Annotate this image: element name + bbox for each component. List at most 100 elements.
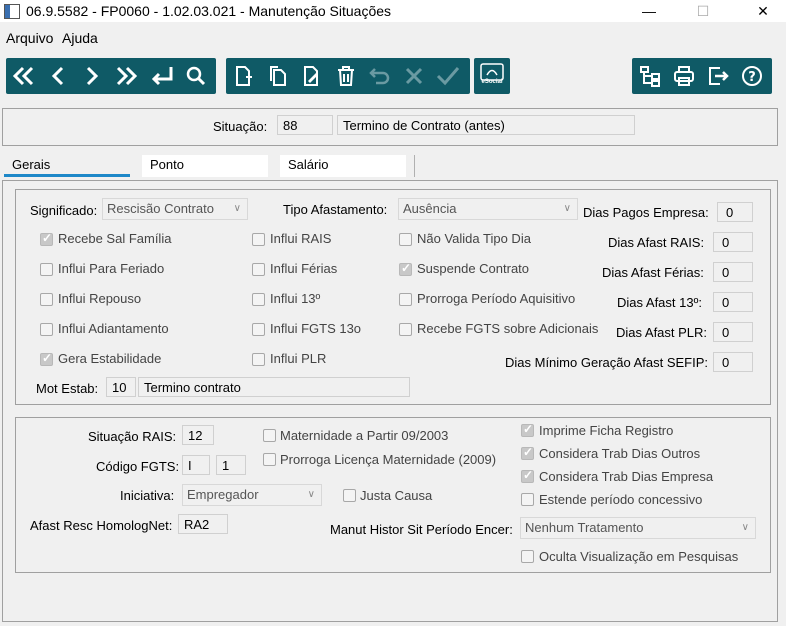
esocial-button[interactable]: eSocial <box>474 58 510 94</box>
maternidade-checkbox[interactable] <box>263 429 276 442</box>
influi-repouso-checkbox[interactable] <box>40 293 53 306</box>
prorroga-periodo-label: Prorroga Período Aquisitivo <box>417 291 576 306</box>
tipo-afast-select[interactable]: Ausência ∨ <box>398 198 578 220</box>
nao-valida-tipo-dia-label: Não Valida Tipo Dia <box>417 231 531 246</box>
recebe-sal-familia-checkbox[interactable] <box>40 231 53 246</box>
header-panel: Situação: 88 Termino de Contrato (antes) <box>2 108 778 146</box>
exit-button[interactable] <box>702 58 734 94</box>
gera-estabilidade-checkbox[interactable] <box>40 351 53 366</box>
tab-divider <box>414 155 415 177</box>
close-button[interactable]: ✕ <box>740 0 786 22</box>
mot-estab-code-field[interactable]: 10 <box>106 377 136 397</box>
enter-button[interactable] <box>146 58 178 94</box>
influi-fgts-13-checkbox[interactable] <box>252 323 265 336</box>
situacao-code-field[interactable]: 88 <box>277 115 333 135</box>
iniciativa-select[interactable]: Empregador ∨ <box>182 484 322 506</box>
influi-feriado-checkbox[interactable] <box>40 263 53 276</box>
tree-button[interactable] <box>634 58 666 94</box>
recebe-fgts-adicionais-label: Recebe FGTS sobre Adicionais <box>417 321 599 336</box>
tab-ponto[interactable]: Ponto <box>142 155 268 177</box>
manut-histor-value: Nenhum Tratamento <box>525 520 644 535</box>
dias-afast-ferias-label: Dias Afast Férias: <box>602 265 704 280</box>
considera-empresa-label: Considera Trab Dias Empresa <box>539 469 714 484</box>
influi-plr-checkbox[interactable] <box>252 353 265 366</box>
nao-valida-tipo-dia-checkbox[interactable] <box>399 233 412 246</box>
chevron-down-icon: ∨ <box>741 522 749 533</box>
considera-outros-label: Considera Trab Dias Outros <box>539 446 701 461</box>
mot-estab-label: Mot Estab: <box>36 381 99 396</box>
influi-13-checkbox[interactable] <box>252 293 265 306</box>
considera-outros-checkbox[interactable] <box>521 445 534 460</box>
justa-causa-checkbox[interactable] <box>343 489 356 502</box>
influi-rais-checkbox[interactable] <box>252 233 265 246</box>
dias-afast-ferias-field[interactable]: 0 <box>713 262 753 282</box>
search-icon <box>186 66 206 86</box>
chevron-down-icon: ∨ <box>563 203 571 214</box>
confirm-button[interactable] <box>432 58 464 94</box>
significado-value: Rescisão Contrato <box>107 201 214 216</box>
print-button[interactable] <box>668 58 700 94</box>
recebe-fgts-adicionais-checkbox[interactable] <box>399 323 412 336</box>
prorroga-periodo-checkbox[interactable] <box>399 293 412 306</box>
delete-record-button[interactable] <box>330 58 362 94</box>
next-record-button[interactable] <box>76 58 108 94</box>
estende-periodo-label: Estende período concessivo <box>539 492 703 507</box>
tab-gerais[interactable]: Gerais <box>4 155 130 177</box>
copy-record-button[interactable] <box>262 58 294 94</box>
menu-bar: Arquivo Ajuda <box>0 28 786 50</box>
codigo-fgts-a-field[interactable]: I <box>182 455 210 475</box>
tab-body: Significado: Rescisão Contrato ∨ Tipo Af… <box>2 180 778 622</box>
cancel-button[interactable] <box>398 58 430 94</box>
dias-afast-rais-field[interactable]: 0 <box>713 232 753 252</box>
dias-minimo-sefip-label: Dias Mínimo Geração Afast SEFIP: <box>505 355 709 370</box>
dias-minimo-sefip-field[interactable]: 0 <box>713 352 753 372</box>
imprime-ficha-label: Imprime Ficha Registro <box>539 423 674 438</box>
undo-button[interactable] <box>364 58 396 94</box>
tab-salario[interactable]: Salário <box>280 155 406 177</box>
previous-record-button[interactable] <box>42 58 74 94</box>
dias-pagos-field[interactable]: 0 <box>717 202 753 222</box>
estende-periodo-checkbox[interactable] <box>521 493 534 506</box>
influi-ferias-checkbox[interactable] <box>252 263 265 276</box>
new-record-button[interactable] <box>228 58 260 94</box>
significado-select[interactable]: Rescisão Contrato ∨ <box>102 198 248 220</box>
oculta-visualizacao-checkbox[interactable] <box>521 550 534 563</box>
menu-arquivo[interactable]: Arquivo <box>6 30 53 46</box>
help-icon: ? <box>742 66 762 86</box>
dias-afast-plr-field[interactable]: 0 <box>713 322 753 342</box>
recebe-sal-familia-label: Recebe Sal Família <box>58 231 172 246</box>
iniciativa-label: Iniciativa: <box>120 488 175 503</box>
influi-plr-label: Influi PLR <box>270 351 327 366</box>
chevron-down-icon: ∨ <box>233 203 241 214</box>
last-record-button[interactable] <box>110 58 142 94</box>
dias-afast-13-field[interactable]: 0 <box>713 292 753 312</box>
gera-estabilidade-label: Gera Estabilidade <box>58 351 162 366</box>
imprime-ficha-checkbox[interactable] <box>521 422 534 437</box>
help-button[interactable]: ? <box>736 58 768 94</box>
codigo-fgts-b-field[interactable]: 1 <box>216 455 246 475</box>
manut-histor-label: Manut Histor Sit Período Encer: <box>330 522 513 537</box>
influi-repouso-label: Influi Repouso <box>58 291 142 306</box>
menu-ajuda[interactable]: Ajuda <box>62 30 98 46</box>
suspende-contrato-checkbox[interactable] <box>399 261 412 276</box>
influi-adiantamento-checkbox[interactable] <box>40 323 53 336</box>
afast-resc-label: Afast Resc HomologNet: <box>30 518 173 533</box>
maximize-button[interactable]: ☐ <box>680 0 726 22</box>
title-bar: 06.9.5582 - FP0060 - 1.02.03.021 - Manut… <box>0 0 786 22</box>
edit-record-button[interactable] <box>296 58 328 94</box>
situacao-desc-field: Termino de Contrato (antes) <box>337 115 635 135</box>
chevron-left-icon <box>51 66 64 86</box>
new-document-icon <box>236 66 252 86</box>
chevron-right-icon <box>86 66 99 86</box>
search-button[interactable] <box>180 58 212 94</box>
minimize-button[interactable]: — <box>626 0 672 22</box>
first-record-button[interactable] <box>8 58 40 94</box>
significado-label: Significado: <box>30 203 98 218</box>
considera-empresa-checkbox[interactable] <box>521 468 534 483</box>
prorroga-licenca-checkbox[interactable] <box>263 453 276 466</box>
manut-histor-select[interactable]: Nenhum Tratamento ∨ <box>520 517 756 539</box>
oculta-visualizacao-label: Oculta Visualização em Pesquisas <box>539 549 739 564</box>
afast-resc-field[interactable]: RA2 <box>178 514 228 534</box>
situacao-rais-field[interactable]: 12 <box>182 425 214 445</box>
toolbar-record <box>226 58 470 94</box>
